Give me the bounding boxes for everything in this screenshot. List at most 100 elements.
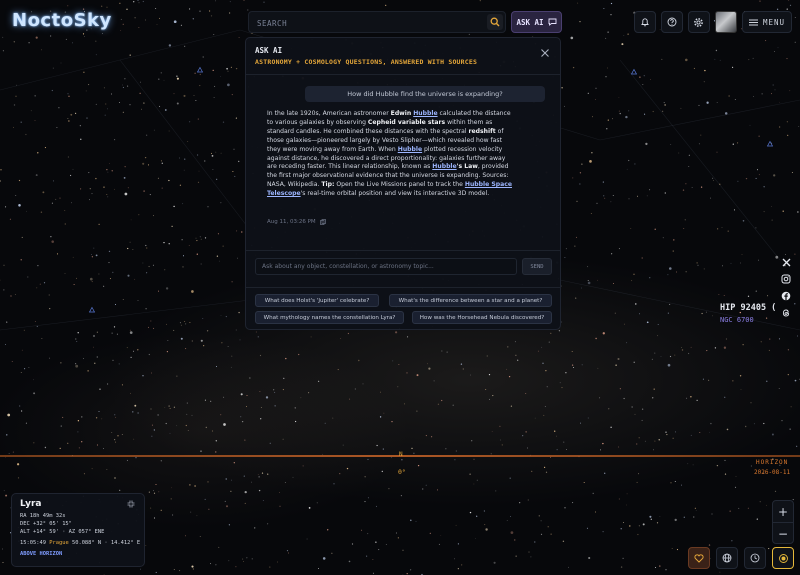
facebook-link[interactable] xyxy=(780,290,792,302)
star xyxy=(621,43,624,46)
star xyxy=(310,336,312,338)
object-dec: DEC +32° 05' 15" xyxy=(20,521,72,527)
star xyxy=(239,339,241,341)
collapse-icon[interactable] xyxy=(127,500,135,508)
star xyxy=(64,273,66,274)
link-hubble[interactable]: Hubble xyxy=(432,163,456,170)
deep-sky-marker[interactable] xyxy=(630,68,638,75)
star xyxy=(514,539,516,541)
close-icon[interactable] xyxy=(540,48,550,58)
star xyxy=(787,349,790,351)
star xyxy=(683,228,685,229)
search-input[interactable] xyxy=(255,15,484,32)
star xyxy=(122,86,124,89)
star xyxy=(207,206,209,208)
star xyxy=(276,561,279,563)
deep-sky-marker[interactable] xyxy=(196,66,204,73)
star xyxy=(187,430,189,431)
star xyxy=(796,445,798,447)
star-label-hip[interactable]: HIP 92405 ( xyxy=(720,303,776,313)
star xyxy=(703,81,705,83)
star xyxy=(169,408,171,409)
star xyxy=(179,157,180,159)
star xyxy=(644,113,646,115)
star xyxy=(169,432,171,434)
zoom-in-button[interactable]: + xyxy=(773,501,793,522)
star xyxy=(595,511,596,513)
star xyxy=(694,507,696,509)
star xyxy=(417,464,420,467)
star xyxy=(157,177,159,179)
notifications-button[interactable] xyxy=(633,11,656,33)
star xyxy=(501,444,503,446)
instagram-link[interactable] xyxy=(780,273,792,285)
link-hubble[interactable]: Hubble xyxy=(413,110,437,117)
ask-ai-button[interactable]: ASK AI xyxy=(511,11,562,33)
star xyxy=(109,278,111,280)
star xyxy=(64,223,66,225)
star xyxy=(282,389,284,391)
star xyxy=(337,369,339,371)
star xyxy=(710,197,712,199)
star xyxy=(123,177,126,179)
star xyxy=(716,151,718,153)
search-bar[interactable] xyxy=(248,11,506,33)
help-icon xyxy=(667,17,677,27)
panel-divider xyxy=(246,74,560,75)
star xyxy=(39,283,41,285)
star xyxy=(683,516,685,518)
star xyxy=(778,126,781,128)
star xyxy=(372,572,374,574)
search-button[interactable] xyxy=(487,14,503,30)
star xyxy=(564,257,566,258)
time-button[interactable] xyxy=(744,547,766,569)
star xyxy=(145,244,147,247)
star xyxy=(631,406,633,408)
star xyxy=(404,403,405,405)
threads-link[interactable] xyxy=(780,307,792,319)
star xyxy=(34,321,36,322)
suggestion-chip[interactable]: What mythology names the constellation L… xyxy=(255,311,404,324)
star xyxy=(24,368,26,370)
star xyxy=(438,543,440,545)
suggestion-chip[interactable]: What does Holst's 'Jupiter' celebrate? xyxy=(255,294,379,307)
azimuth-degree: 0° xyxy=(398,468,406,476)
star xyxy=(106,193,108,196)
menu-button[interactable]: MENU xyxy=(741,11,792,33)
star xyxy=(688,352,690,355)
app-logo[interactable]: NoctoSky xyxy=(12,10,112,31)
star xyxy=(294,420,297,423)
help-button[interactable] xyxy=(660,11,683,33)
deep-sky-marker[interactable] xyxy=(88,306,96,313)
star xyxy=(228,524,230,526)
send-button[interactable]: SEND xyxy=(522,258,552,275)
favorites-button[interactable] xyxy=(688,547,710,569)
settings-button[interactable] xyxy=(687,11,710,33)
star xyxy=(197,118,199,120)
copy-icon[interactable] xyxy=(319,219,326,225)
link-hubble[interactable]: Hubble xyxy=(398,146,422,153)
star xyxy=(526,447,529,449)
suggestion-chip[interactable]: What's the difference between a star and… xyxy=(389,294,552,307)
star xyxy=(696,262,698,264)
suggestion-chip[interactable]: How was the Horsehead Nebula discovered? xyxy=(412,311,552,324)
star xyxy=(158,78,160,80)
star xyxy=(28,366,30,368)
ask-input[interactable] xyxy=(255,258,517,275)
star xyxy=(137,299,139,301)
star xyxy=(342,444,344,446)
star xyxy=(156,24,158,26)
star xyxy=(130,356,132,359)
star xyxy=(58,107,60,109)
star xyxy=(25,422,27,424)
star xyxy=(618,446,620,448)
avatar[interactable] xyxy=(714,11,737,33)
star xyxy=(200,339,203,342)
star xyxy=(630,228,632,229)
x-link[interactable] xyxy=(780,256,792,268)
star xyxy=(534,417,536,419)
ngc-label[interactable]: NGC 6700 xyxy=(720,316,754,324)
zoom-out-button[interactable]: − xyxy=(773,522,793,544)
globe-button[interactable] xyxy=(716,547,738,569)
daylight-toggle[interactable] xyxy=(772,547,794,569)
